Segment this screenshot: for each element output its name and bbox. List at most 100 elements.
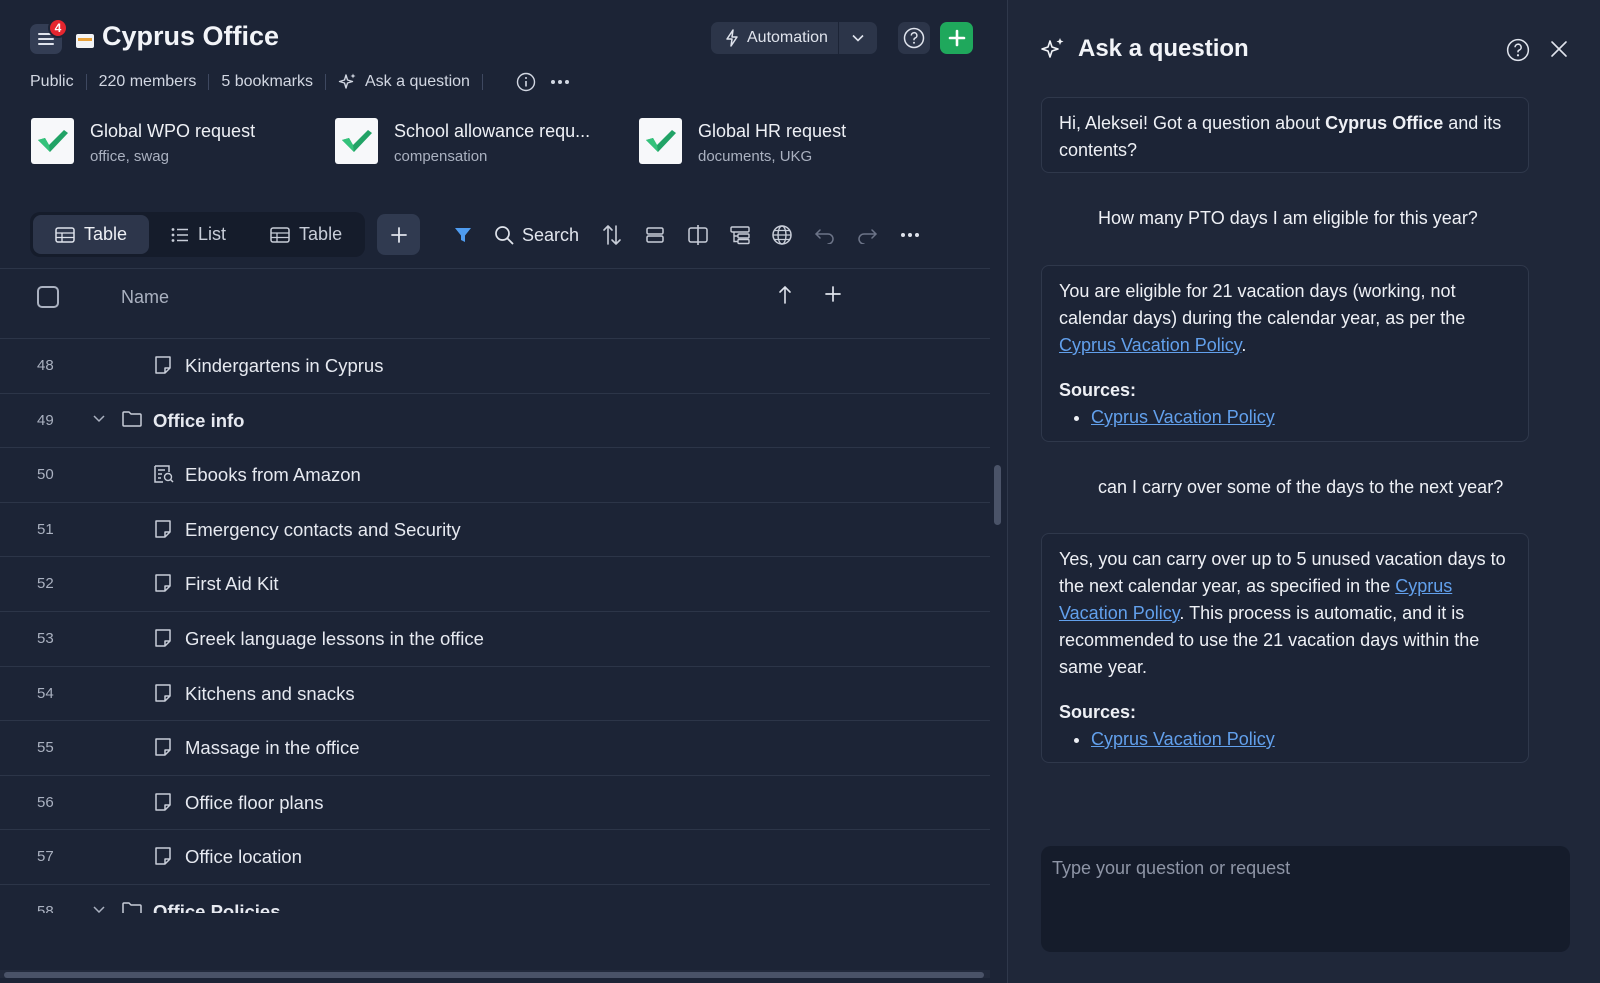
plus-icon xyxy=(825,286,841,302)
table-row[interactable]: 48 Kindergartens in Cyprus xyxy=(0,339,990,394)
answer-text: Yes, you can carry over up to 5 unused v… xyxy=(1059,549,1506,677)
ask-question-link[interactable]: Ask a question xyxy=(338,72,470,92)
hierarchy-button[interactable] xyxy=(729,222,751,248)
table-row[interactable]: 51 Emergency contacts and Security xyxy=(0,503,990,558)
automation-button[interactable]: Automation xyxy=(711,22,877,54)
policy-link[interactable]: Cyprus Vacation Policy xyxy=(1059,335,1241,355)
question-circle-icon xyxy=(903,27,925,49)
visibility-label[interactable]: Public xyxy=(30,73,74,91)
row-label: Ebooks from Amazon xyxy=(185,464,361,486)
table-row[interactable]: 52 First Aid Kit xyxy=(0,557,990,612)
more-button[interactable] xyxy=(900,222,920,248)
table-row[interactable]: 54 Kitchens and snacks xyxy=(0,667,990,722)
add-view-button[interactable] xyxy=(377,214,420,255)
filter-icon xyxy=(455,228,471,242)
automation-dropdown[interactable] xyxy=(839,22,877,54)
table-row[interactable]: 49 Office info xyxy=(0,394,990,449)
group-button[interactable] xyxy=(645,222,665,248)
share-button[interactable] xyxy=(771,222,793,248)
row-number: 51 xyxy=(37,520,54,538)
undo-button[interactable] xyxy=(814,222,836,248)
row-number: 55 xyxy=(37,739,54,757)
bookmark-card[interactable]: School allowance requ... compensation xyxy=(335,118,590,170)
page-icon xyxy=(154,573,172,593)
list-icon xyxy=(171,227,189,242)
chevron-down-icon xyxy=(852,34,864,42)
bookmark-subtitle: compensation xyxy=(394,148,488,165)
page-icon xyxy=(154,737,172,757)
assistant-answer: Yes, you can carry over up to 5 unused v… xyxy=(1041,533,1529,763)
chevron-down-icon[interactable] xyxy=(92,414,106,424)
more-horizontal-icon[interactable] xyxy=(550,79,570,85)
panel-help-button[interactable] xyxy=(1506,38,1530,62)
source-item: Cyprus Vacation Policy xyxy=(1091,404,1511,431)
automation-label: Automation xyxy=(747,29,828,46)
bookmark-card[interactable]: Global HR request documents, UKG xyxy=(639,118,846,170)
row-label: Emergency contacts and Security xyxy=(185,518,461,540)
table-row[interactable]: 50 Ebooks from Amazon xyxy=(0,448,990,503)
sparkle-icon xyxy=(338,73,356,89)
user-message: can I carry over some of the days to the… xyxy=(1098,477,1504,497)
vertical-scrollbar[interactable] xyxy=(994,465,1001,525)
sources-label: Sources: xyxy=(1059,702,1137,722)
row-label: Kindergartens in Cyprus xyxy=(185,355,384,376)
search-button[interactable]: Search xyxy=(494,222,579,248)
row-number: 48 xyxy=(37,357,54,374)
bookmark-subtitle: documents, UKG xyxy=(698,148,813,165)
folder-icon xyxy=(121,410,143,428)
row-number: 56 xyxy=(37,793,54,811)
tab-table[interactable]: Table xyxy=(33,215,150,254)
checkmark-logo-icon xyxy=(639,118,682,164)
sort-button[interactable] xyxy=(602,222,622,248)
page-icon xyxy=(154,846,172,866)
add-column-button[interactable] xyxy=(824,285,842,303)
bookmark-card[interactable]: Global WPO request office, swag xyxy=(31,118,255,170)
bookmark-title: Global HR request xyxy=(698,121,847,141)
filter-button[interactable] xyxy=(453,222,473,248)
workspace-title: Cyprus Office xyxy=(102,21,280,51)
close-icon xyxy=(1551,41,1567,57)
sources-list: Cyprus Vacation Policy xyxy=(1091,726,1511,753)
table-row[interactable]: 58 Office Policies xyxy=(0,885,990,913)
column-header-name[interactable]: Name xyxy=(121,287,169,308)
select-all-checkbox[interactable] xyxy=(37,286,59,308)
ask-question-label: Ask a question xyxy=(365,73,470,90)
redo-button[interactable] xyxy=(856,222,878,248)
panel-title: Ask a question xyxy=(1040,35,1249,63)
table-row[interactable]: 53 Greek language lessons in the office xyxy=(0,612,990,667)
columns-button[interactable] xyxy=(687,222,709,248)
automation-main[interactable]: Automation xyxy=(711,22,838,54)
panel-close-button[interactable] xyxy=(1550,40,1568,58)
user-message: How many PTO days I am eligible for this… xyxy=(1098,208,1478,228)
table-row[interactable]: 55 Massage in the office xyxy=(0,721,990,776)
question-input[interactable] xyxy=(1052,858,1559,940)
panel-title-text: Ask a question xyxy=(1078,35,1249,62)
sources-label: Sources: xyxy=(1059,380,1137,400)
workspace-flag-icon xyxy=(76,34,94,48)
more-horizontal-icon xyxy=(901,233,919,237)
table-row[interactable]: 56 Office floor plans xyxy=(0,776,990,831)
info-icon[interactable] xyxy=(516,72,536,92)
table-row[interactable]: 57 Office location xyxy=(0,830,990,885)
checkmark-logo-icon xyxy=(31,118,74,164)
page-icon xyxy=(154,792,172,812)
add-button[interactable] xyxy=(940,22,973,54)
question-input-box[interactable] xyxy=(1041,846,1570,952)
horizontal-scrollbar[interactable] xyxy=(4,972,984,978)
tab-table-2[interactable]: Table xyxy=(248,215,364,254)
members-count[interactable]: 220 members xyxy=(99,73,197,91)
row-label: Office location xyxy=(185,846,302,868)
bookmarks-count[interactable]: 5 bookmarks xyxy=(221,73,313,91)
row-label: First Aid Kit xyxy=(185,573,279,595)
page-icon xyxy=(154,355,172,375)
source-link[interactable]: Cyprus Vacation Policy xyxy=(1091,407,1275,427)
row-label: Greek language lessons in the office xyxy=(185,628,484,649)
tab-list[interactable]: List xyxy=(149,215,248,254)
bookmark-subtitle: office, swag xyxy=(90,148,169,165)
workspace-panel: 4 Cyprus Office Automation Public 220 me… xyxy=(0,0,1006,983)
chevron-down-icon[interactable] xyxy=(92,905,106,913)
source-link[interactable]: Cyprus Vacation Policy xyxy=(1091,729,1275,749)
help-button[interactable] xyxy=(898,22,930,54)
sort-ascending-button[interactable] xyxy=(778,285,792,305)
greeting-workspace: Cyprus Office xyxy=(1325,113,1444,133)
